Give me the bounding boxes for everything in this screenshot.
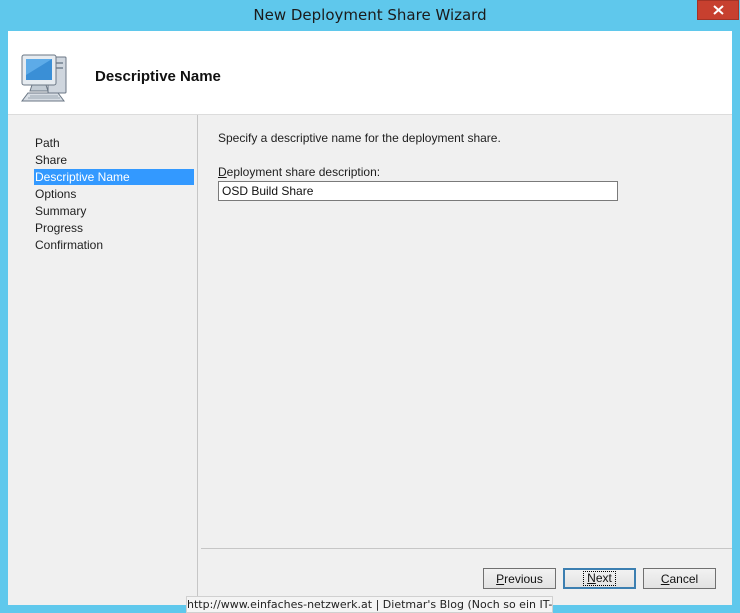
wizard-client-area: Descriptive Name Path Share Descriptive … [8,31,732,605]
description-label-accelerator: D [218,165,227,179]
close-icon [712,5,724,15]
deployment-share-description-input[interactable] [218,181,618,201]
nav-item-options[interactable]: Options [34,186,194,202]
next-label: ext [595,571,612,585]
computer-icon [21,54,67,102]
page-title: Descriptive Name [95,68,221,85]
previous-button[interactable]: Previous [483,568,556,589]
title-bar[interactable]: New Deployment Share Wizard [0,0,740,32]
description-label-text: eployment share description: [226,165,381,179]
cancel-label: ancel [669,571,699,586]
previous-label: revious [504,571,543,586]
next-accelerator: N [587,571,596,585]
wizard-header: Descriptive Name [8,31,732,115]
blog-watermark: http://www.einfaches-netzwerk.at | Dietm… [186,596,553,613]
nav-item-progress[interactable]: Progress [34,220,194,236]
step-navigation: Path Share Descriptive Name Options Summ… [8,115,198,605]
previous-accelerator: P [496,571,505,586]
step-content: Specify a descriptive name for the deplo… [201,115,732,548]
next-button[interactable]: Next [563,568,636,589]
close-button[interactable] [697,0,739,20]
window-title: New Deployment Share Wizard [253,6,487,24]
nav-item-summary[interactable]: Summary [34,203,194,219]
nav-item-path[interactable]: Path [34,135,194,151]
nav-item-confirmation[interactable]: Confirmation [34,237,194,253]
nav-item-descriptive-name[interactable]: Descriptive Name [34,169,194,185]
wizard-window: New Deployment Share Wizard Descriptive … [0,0,740,613]
cancel-button[interactable]: Cancel [643,568,716,589]
nav-item-share[interactable]: Share [34,152,194,168]
wizard-body: Path Share Descriptive Name Options Summ… [8,115,732,605]
description-field-label: Deployment share description: [218,165,380,179]
instruction-text: Specify a descriptive name for the deplo… [218,131,501,145]
